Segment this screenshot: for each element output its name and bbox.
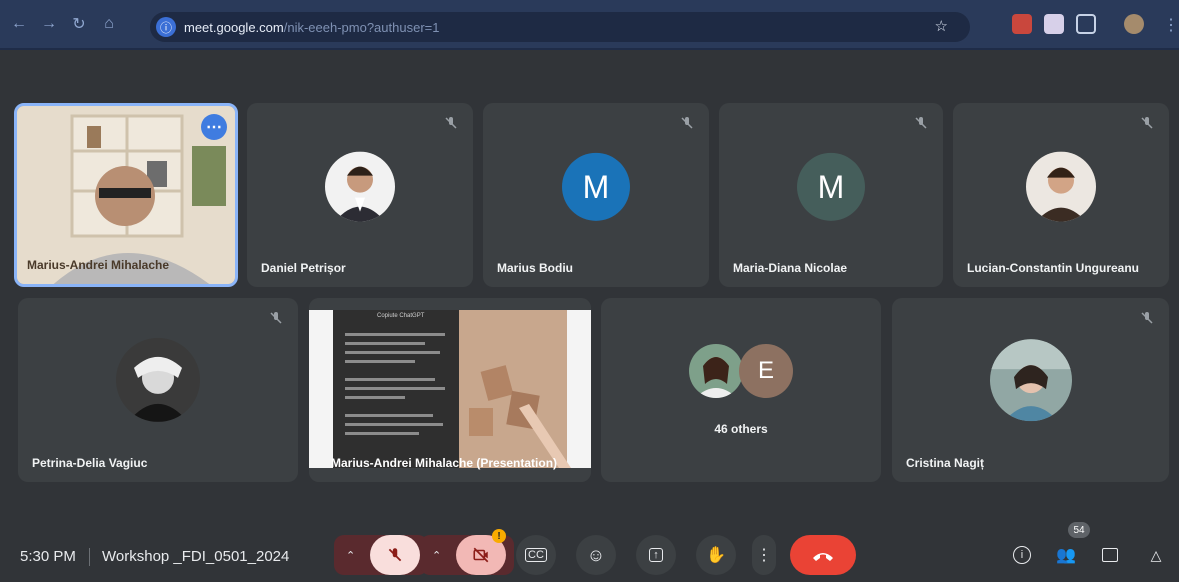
- others-tile[interactable]: E 46 others: [601, 298, 881, 482]
- camera-options-chevron-icon[interactable]: ⌃: [432, 549, 441, 562]
- activities-icon: △: [1150, 546, 1162, 563]
- camera-off-icon: [473, 547, 489, 563]
- bookmark-star-icon[interactable]: ☆: [935, 17, 948, 35]
- participant-name: Marius-Andrei Mihalache (Presentation): [331, 456, 558, 470]
- chat-icon: [1102, 548, 1118, 562]
- mic-toggle-button[interactable]: [370, 535, 420, 575]
- more-options-button[interactable]: ⋮: [752, 535, 776, 575]
- participant-name: Lucian-Constantin Ungureanu: [967, 261, 1139, 275]
- presentation-screen: [309, 298, 591, 482]
- participant-tile[interactable]: Cristina Nagiț: [892, 298, 1169, 482]
- participant-name: Marius-Andrei Mihalache: [27, 258, 170, 272]
- divider: [89, 548, 90, 566]
- people-icon: 👥: [1056, 547, 1076, 564]
- participant-avatar: [1026, 151, 1096, 222]
- meeting-details-button[interactable]: i: [1010, 543, 1034, 567]
- forward-icon[interactable]: →: [38, 13, 60, 35]
- extension-icon[interactable]: [1044, 14, 1064, 34]
- mic-off-icon: [1141, 312, 1153, 324]
- activities-button[interactable]: △: [1144, 543, 1168, 567]
- extensions-puzzle-icon[interactable]: [1076, 14, 1096, 34]
- participant-avatar: [989, 339, 1072, 422]
- participant-avatar-letter: M: [797, 152, 865, 221]
- warning-badge-icon: !: [492, 529, 506, 543]
- meeting-title: Workshop _FDI_0501_2024: [102, 548, 290, 565]
- participant-tile[interactable]: M Maria-Diana Nicolae: [719, 103, 943, 287]
- mic-options-chevron-icon[interactable]: ⌃: [346, 549, 355, 562]
- mic-off-icon: [681, 117, 693, 129]
- raise-hand-icon: ✋: [706, 547, 726, 564]
- end-call-button[interactable]: [790, 535, 856, 575]
- participant-tile[interactable]: Petrina-Delia Vagiuc: [18, 298, 298, 482]
- reload-icon[interactable]: ↻: [68, 13, 90, 35]
- url-path: /nik-eeeh-pmo?authuser=1: [283, 19, 440, 35]
- participant-name: Marius Bodiu: [497, 261, 574, 275]
- mic-control-group: ⌃: [334, 535, 428, 575]
- participant-tile[interactable]: Daniel Petrișor: [247, 103, 473, 287]
- participant-name: Petrina-Delia Vagiuc: [32, 456, 148, 470]
- end-call-icon: [813, 553, 833, 561]
- back-icon[interactable]: ←: [8, 13, 30, 35]
- present-icon: ↑: [649, 548, 663, 562]
- browser-toolbar: ← → ↻ ⌂ ⓘ meet.google.com /nik-eeeh-pmo?…: [0, 0, 1179, 50]
- mic-off-icon: [388, 548, 402, 562]
- raise-hand-button[interactable]: ✋: [696, 535, 736, 575]
- extension-icon[interactable]: [1012, 14, 1032, 34]
- site-info-icon[interactable]: ⓘ: [156, 17, 176, 37]
- participant-tile[interactable]: Lucian-Constantin Ungureanu: [953, 103, 1169, 287]
- participant-name: Daniel Petrișor: [261, 261, 346, 275]
- mic-off-icon: [915, 117, 927, 129]
- mic-off-icon: [445, 117, 457, 129]
- participant-tile-video[interactable]: ⋯ Marius-Andrei Mihalache: [14, 103, 238, 287]
- participant-name: Maria-Diana Nicolae: [733, 261, 848, 275]
- mic-off-icon: [1141, 117, 1153, 129]
- more-options-icon: ⋮: [756, 547, 772, 564]
- participant-avatar: [116, 337, 200, 422]
- present-button[interactable]: ↑: [636, 535, 676, 575]
- profile-avatar[interactable]: [1124, 14, 1144, 34]
- participant-count-badge: 54: [1068, 522, 1090, 538]
- participant-avatar-letter: M: [562, 152, 630, 221]
- participant-tile[interactable]: M Marius Bodiu: [483, 103, 709, 287]
- slide-title: Copiute ChatGPT: [377, 313, 425, 319]
- meeting-controls-bar: 5:30 PM Workshop _FDI_0501_2024 ⌃ ⌃ ! CC…: [0, 510, 1179, 582]
- address-bar[interactable]: ⓘ meet.google.com /nik-eeeh-pmo?authuser…: [150, 12, 970, 42]
- participant-name: Cristina Nagiț: [906, 456, 985, 470]
- meeting-time: 5:30 PM: [20, 548, 76, 565]
- more-options-button[interactable]: ⋯: [201, 114, 227, 140]
- others-avatar: [689, 344, 743, 398]
- chat-button[interactable]: [1098, 543, 1122, 567]
- others-avatar-letter: E: [739, 344, 793, 398]
- captions-button[interactable]: CC: [516, 535, 556, 575]
- home-icon[interactable]: ⌂: [98, 13, 120, 35]
- emoji-button[interactable]: ☺: [576, 535, 616, 575]
- emoji-icon: ☺: [586, 544, 606, 565]
- camera-control-group: ⌃ !: [420, 529, 514, 575]
- participant-avatar: [325, 151, 395, 222]
- info-icon: i: [1013, 546, 1031, 564]
- presentation-tile[interactable]: Copiute ChatGPT Marius-Andrei Mihalache …: [309, 298, 591, 482]
- others-count-label: 46 others: [714, 422, 768, 436]
- browser-menu-icon[interactable]: ⋮: [1160, 14, 1179, 36]
- mic-off-icon: [270, 312, 282, 324]
- url-host: meet.google.com: [184, 19, 284, 35]
- people-button[interactable]: 👥: [1054, 543, 1078, 567]
- captions-icon: CC: [525, 548, 547, 562]
